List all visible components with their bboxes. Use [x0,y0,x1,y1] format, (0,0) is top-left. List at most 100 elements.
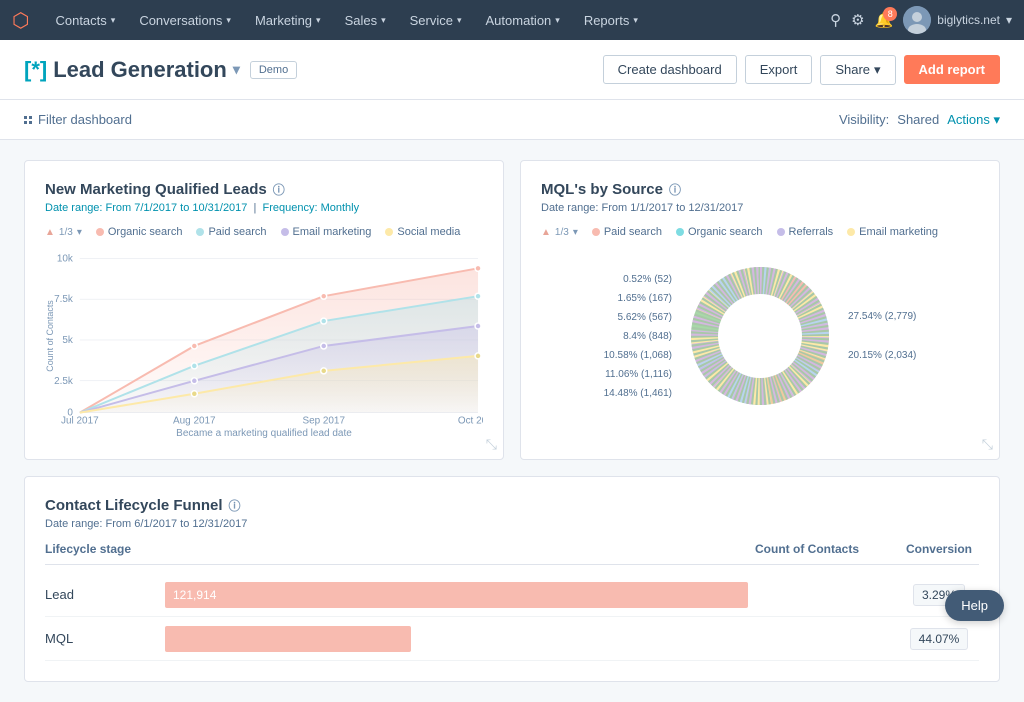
chevron-down-icon: ▾ [226,15,231,26]
notification-count: 8 [883,7,897,21]
legend-email: Email marketing [281,226,372,238]
donut-label: 10.58% (1,068) [604,350,672,361]
chevron-down-icon: ▾ [381,15,386,26]
chevron-down-icon: ▾ [555,15,560,26]
svg-text:Count of Contacts: Count of Contacts [45,300,55,372]
lifecycle-card: Contact Lifecycle Funnel ⓘ Date range: F… [24,476,1000,682]
svg-text:2.5k: 2.5k [54,376,73,387]
info-icon[interactable]: ⓘ [229,497,241,514]
svg-text:10k: 10k [57,253,73,264]
header-bar: [*] Lead Generation ▾ Demo Create dashbo… [0,40,1024,100]
chevron-down-icon: ▾ [633,15,638,26]
nav-right: ⚲ ⚙ 🔔 8 biglytics.net ▾ [830,6,1012,34]
nav-service[interactable]: Service ▾ [400,0,472,40]
info-icon[interactable]: ⓘ [273,181,285,198]
page-title: [*] Lead Generation ▾ [24,57,240,83]
nav-contacts[interactable]: Contacts ▾ [45,0,125,40]
svg-text:Jul 2017: Jul 2017 [61,416,99,426]
lifecycle-bar: 121,914 [165,582,748,608]
mql-chart-title: New Marketing Qualified Leads ⓘ [45,181,483,198]
lifecycle-row-mql: MQL 44.07% [45,617,979,661]
chevron-down-icon: ▾ [316,15,321,26]
donut-label: 0.52% (52) [604,274,672,285]
donut-label: 1.65% (167) [604,293,672,304]
donut-label: 27.54% (2,779) [848,311,916,322]
title-dropdown-icon[interactable]: ▾ [233,61,240,78]
donut-chart-area: 0.52% (52) 1.65% (167) 5.62% (567) 8.4% … [541,246,979,426]
lifecycle-bar-area [165,626,799,652]
notifications-icon[interactable]: 🔔 8 [875,11,894,29]
donut-left-labels: 0.52% (52) 1.65% (167) 5.62% (567) 8.4% … [604,274,672,399]
visibility-value: Shared [897,112,939,127]
mql-source-title: MQL's by Source ⓘ [541,181,979,198]
main-content: New Marketing Qualified Leads ⓘ Date ran… [0,140,1024,702]
chevron-down-icon: ▾ [111,15,116,26]
user-menu[interactable]: biglytics.net ▾ [903,6,1012,34]
nav-reports[interactable]: Reports ▾ [574,0,648,40]
donut-label: 20.15% (2,034) [848,350,916,361]
mql-source-card: MQL's by Source ⓘ Date range: From 1/1/2… [520,160,1000,460]
header-right: Create dashboard Export Share ▾ Add repo… [603,55,1000,85]
navbar: ⬡ Contacts ▾ Conversations ▾ Marketing ▾… [0,0,1024,40]
settings-icon[interactable]: ⚙ [851,11,864,29]
nav-automation[interactable]: Automation ▾ [476,0,570,40]
search-icon[interactable]: ⚲ [830,11,841,29]
lifecycle-row-lead: Lead 121,914 3.29% [45,573,979,617]
legend-paid: Paid search [196,226,266,238]
svg-text:Oct 2017: Oct 2017 [458,416,483,426]
mql-line-chart: 10k 7.5k 5k 2.5k 0 [45,246,483,426]
lifecycle-bar [165,626,411,652]
mql-source-legend: ▲ 1/3 ▾ Paid search Organic search Refer… [541,226,979,238]
lifecycle-stage-label: Lead [45,587,165,602]
nav-conversations[interactable]: Conversations ▾ [129,0,241,40]
lifecycle-table-header: Lifecycle stage Count of Contacts Conver… [45,542,979,565]
donut-right-labels: 27.54% (2,779) 20.15% (2,034) [848,311,916,361]
legend-email: Email marketing [847,226,938,238]
legend-item: ▲ 1/3 ▾ [541,226,578,238]
dashboard-grid: New Marketing Qualified Leads ⓘ Date ran… [24,160,1000,460]
svg-text:5k: 5k [62,335,73,346]
donut-svg [680,256,840,416]
chart-svg: 10k 7.5k 5k 2.5k 0 [45,246,483,426]
legend-paid: Paid search [592,226,662,238]
lifecycle-conversion: 44.07% [899,628,979,650]
resize-handle[interactable]: ⤡ [982,436,993,453]
user-name: biglytics.net [937,13,1000,27]
demo-badge: Demo [250,61,297,79]
user-avatar [903,6,931,34]
legend-item: ▲ 1/3 ▾ [45,226,82,238]
chevron-down-icon: ▾ [573,227,578,238]
hubspot-logo[interactable]: ⬡ [12,8,29,33]
chevron-down-icon: ▾ [1006,13,1012,27]
filter-dashboard-button[interactable]: Filter dashboard [24,112,132,127]
legend-organic: Organic search [676,226,763,238]
filter-right: Visibility: Shared Actions ▾ [839,112,1000,128]
lifecycle-title: Contact Lifecycle Funnel ⓘ [45,497,979,514]
nav-sales[interactable]: Sales ▾ [335,0,396,40]
help-button[interactable]: Help [945,590,1004,621]
actions-link[interactable]: Actions ▾ [947,112,1000,128]
visibility-label: Visibility: [839,112,889,127]
lifecycle-bar-area: 121,914 [165,582,799,608]
info-icon[interactable]: ⓘ [669,181,681,198]
x-axis-label: Became a marketing qualified lead date [45,428,483,439]
nav-marketing[interactable]: Marketing ▾ [245,0,331,40]
lifecycle-stage-label: MQL [45,631,165,646]
legend-referrals: Referrals [777,226,834,238]
mql-chart-legend: ▲ 1/3 ▾ Organic search Paid search Email… [45,226,483,238]
add-report-button[interactable]: Add report [904,55,1000,84]
lifecycle-subtitle: Date range: From 6/1/2017 to 12/31/2017 [45,518,979,530]
donut-label: 5.62% (567) [604,312,672,323]
create-dashboard-button[interactable]: Create dashboard [603,55,737,84]
share-button[interactable]: Share ▾ [820,55,895,85]
svg-text:Sep 2017: Sep 2017 [302,416,345,426]
legend-social: Social media [385,226,460,238]
resize-handle[interactable]: ⤡ [486,436,497,453]
grid-icon [24,116,32,124]
legend-organic: Organic search [96,226,183,238]
svg-text:Aug 2017: Aug 2017 [173,416,216,426]
export-button[interactable]: Export [745,55,813,84]
mql-chart-subtitle: Date range: From 7/1/2017 to 10/31/2017 … [45,202,483,214]
donut-label: 14.48% (1,461) [604,388,672,399]
svg-text:7.5k: 7.5k [54,294,73,305]
